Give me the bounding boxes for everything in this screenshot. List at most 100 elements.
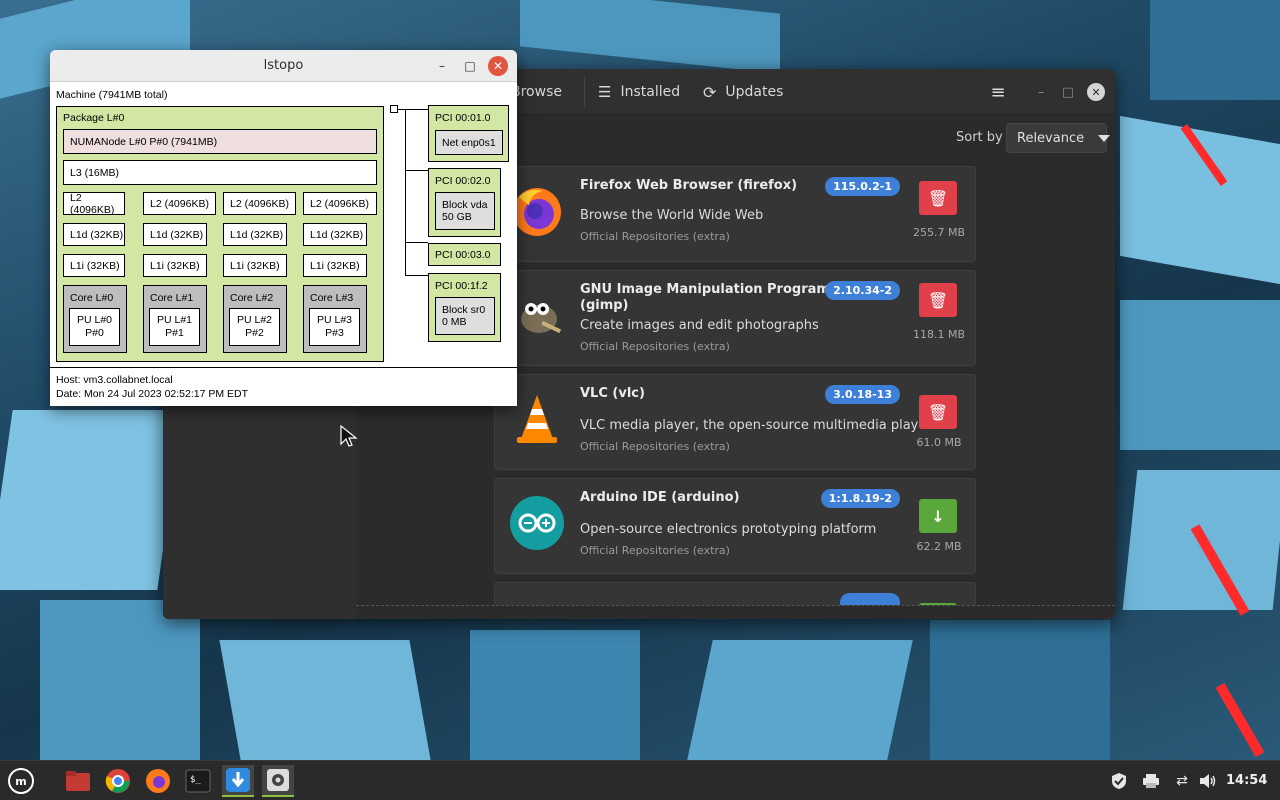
tab-installed[interactable]: ☰ Installed xyxy=(598,69,680,115)
l3-label: L3 (16MB) xyxy=(70,166,120,179)
l2-cache-box: L2 (4096KB) xyxy=(303,192,377,215)
vlc-app-icon xyxy=(517,395,557,443)
app-origin: Official Repositories (extra) xyxy=(580,544,730,557)
app-summary: Create images and edit photographs xyxy=(580,318,819,333)
list-item[interactable]: VLC (vlc) VLC media player, the open-sou… xyxy=(494,374,976,470)
l1i-cache-box: L1i (32KB) xyxy=(63,254,125,277)
connector-line xyxy=(405,170,428,171)
volume-icon[interactable] xyxy=(1197,771,1219,791)
pu-label: PU L#2 xyxy=(236,314,273,326)
install-button[interactable]: ↓ xyxy=(919,499,957,533)
printer-icon[interactable] xyxy=(1140,771,1162,791)
l2-cache-box: L2 (4096KB) xyxy=(63,192,125,216)
core-label: Core L#0 xyxy=(70,292,114,304)
software-manager-icon[interactable] xyxy=(222,765,254,797)
remove-button[interactable]: 🗑 xyxy=(919,395,957,429)
lstopo-window: lstopo – □ ✕ Machine (7941MB total) Pack… xyxy=(50,50,517,406)
list-item[interactable]: Arduino IDE (arduino) Open-source electr… xyxy=(494,478,976,574)
device-box: Block vda 50 GB xyxy=(435,192,495,230)
pci-box: PCI 00:03.0 xyxy=(428,243,501,266)
l2-cache-box: L2 (4096KB) xyxy=(223,192,296,215)
sort-by-label: Sort by xyxy=(956,130,1003,145)
l2-label: L2 (4096KB) xyxy=(230,197,289,210)
taskbar: m $_ ⇄ 14:54 xyxy=(0,760,1280,800)
remove-button[interactable]: 🗑 xyxy=(919,181,957,215)
tab-updates-label: Updates xyxy=(725,84,784,100)
tab-browse-label: Browse xyxy=(511,84,562,100)
firefox-icon[interactable] xyxy=(142,765,174,797)
core-label: Core L#2 xyxy=(230,292,274,304)
l1d-label: L1d (32KB) xyxy=(230,228,284,241)
l1d-cache-box: L1d (32KB) xyxy=(63,223,125,246)
terminal-icon[interactable]: $_ xyxy=(182,765,214,797)
remove-button[interactable]: 🗑 xyxy=(919,283,957,317)
device-size: 50 GB xyxy=(442,211,472,223)
close-icon[interactable]: ✕ xyxy=(1087,83,1105,101)
pci-label: PCI 00:03.0 xyxy=(435,248,491,261)
minimize-icon[interactable]: – xyxy=(1032,83,1050,101)
pu-number: P#3 xyxy=(325,327,344,339)
chrome-icon[interactable] xyxy=(102,765,134,797)
tab-installed-label: Installed xyxy=(620,84,681,100)
app-title: VLC (vlc) xyxy=(580,386,645,401)
maximize-icon[interactable]: □ xyxy=(462,58,478,74)
maximize-icon[interactable]: □ xyxy=(1059,83,1077,101)
pu-number: P#2 xyxy=(245,327,264,339)
trash-icon: 🗑 xyxy=(927,402,949,422)
version-badge: 3.0.18-13 xyxy=(825,385,900,404)
clock[interactable]: 14:54 xyxy=(1226,773,1267,788)
version-badge: 115.0.2-1 xyxy=(825,177,900,196)
connector-line xyxy=(405,109,406,275)
app-origin: Official Repositories (extra) xyxy=(580,340,730,353)
bridge-node xyxy=(390,105,398,113)
l1i-cache-box: L1i (32KB) xyxy=(143,254,207,277)
pu-label: PU L#1 xyxy=(156,314,193,326)
trash-icon: 🗑 xyxy=(927,290,949,310)
tab-updates[interactable]: ⟳ Updates xyxy=(703,69,783,115)
l3-cache-box: L3 (16MB) xyxy=(63,160,377,185)
tab-browse[interactable]: Browse xyxy=(511,69,562,115)
numa-label: NUMANode L#0 P#0 (7941MB) xyxy=(70,135,218,148)
topology-canvas: Machine (7941MB total) Package L#0 NUMAN… xyxy=(50,82,517,406)
pci-label: PCI 00:1f.2 xyxy=(435,280,488,292)
list-icon: ☰ xyxy=(598,83,612,101)
l1d-cache-box: L1d (32KB) xyxy=(143,223,207,246)
list-item[interactable]: Firefox Web Browser (firefox) Browse the… xyxy=(494,166,976,262)
l1d-label: L1d (32KB) xyxy=(70,228,124,241)
network-icon[interactable]: ⇄ xyxy=(1171,771,1193,791)
pu-box: PU L#0 P#0 xyxy=(69,308,120,346)
caret-down-icon xyxy=(1098,134,1111,142)
pu-box: PU L#1 P#1 xyxy=(149,308,200,346)
connector-line xyxy=(405,242,428,243)
download-arrow-icon: ↓ xyxy=(931,506,945,526)
files-icon[interactable] xyxy=(62,765,94,797)
l2-label: L2 (4096KB) xyxy=(150,197,209,210)
pu-box: PU L#3 P#3 xyxy=(309,308,360,346)
shield-icon[interactable] xyxy=(1108,771,1130,791)
l1d-cache-box: L1d (32KB) xyxy=(303,223,367,246)
hamburger-menu-icon[interactable]: ≡ xyxy=(989,82,1007,103)
pci-label: PCI 00:02.0 xyxy=(435,175,491,187)
lstopo-titlebar[interactable]: lstopo – □ ✕ xyxy=(50,50,517,82)
core-label: Core L#1 xyxy=(150,292,194,304)
sort-dropdown-value: Relevance xyxy=(1017,130,1085,146)
l1d-cache-box: L1d (32KB) xyxy=(223,223,287,246)
version-badge: 1:1.8.19-2 xyxy=(820,489,900,508)
device-label: Block vda xyxy=(442,199,488,211)
refresh-icon: ⟳ xyxy=(703,82,717,102)
close-icon[interactable]: ✕ xyxy=(488,56,508,76)
l1i-label: L1i (32KB) xyxy=(70,259,120,272)
l1i-label: L1i (32KB) xyxy=(150,259,200,272)
settings-icon[interactable] xyxy=(262,765,294,797)
pu-number: P#1 xyxy=(165,327,184,339)
connector-line xyxy=(405,275,428,276)
pci-label: PCI 00:01.0 xyxy=(435,112,491,124)
svg-text:m: m xyxy=(15,775,26,788)
app-size: 118.1 MB xyxy=(912,328,966,341)
list-item[interactable]: GNU Image Manipulation Program (gimp) Cr… xyxy=(494,270,976,366)
pu-label: PU L#0 xyxy=(76,314,113,326)
svg-text:$_: $_ xyxy=(190,775,201,785)
sort-dropdown[interactable]: Relevance xyxy=(1006,123,1111,153)
minimize-icon[interactable]: – xyxy=(434,58,450,74)
mint-menu-icon[interactable]: m xyxy=(5,765,37,797)
